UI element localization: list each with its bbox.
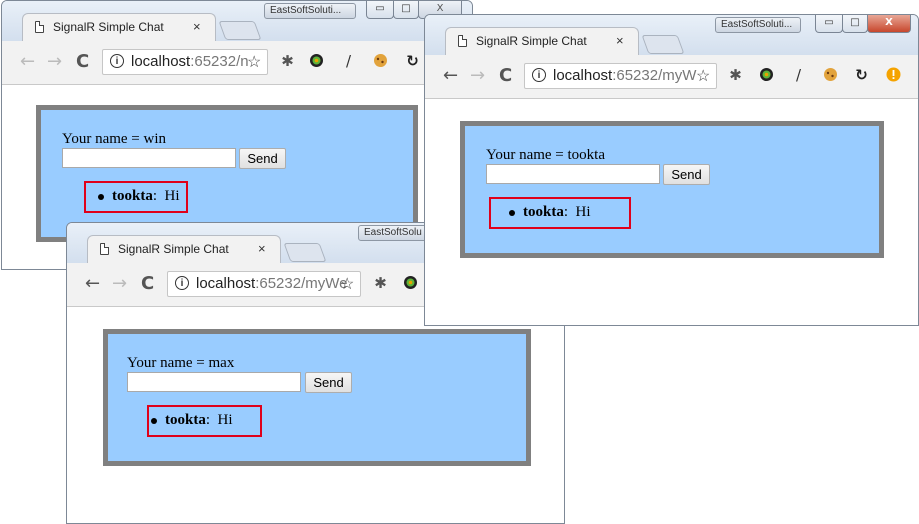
bookmark-star-icon[interactable]: ☆ bbox=[696, 66, 710, 86]
send-button[interactable]: Send bbox=[305, 372, 352, 393]
reload-icon[interactable]: C bbox=[76, 52, 89, 72]
minimize-button[interactable]: ▭ bbox=[815, 15, 843, 33]
info-icon[interactable]: i bbox=[532, 68, 546, 82]
message-user: tookta bbox=[165, 412, 206, 428]
reload-icon[interactable]: C bbox=[499, 66, 512, 86]
message-text: Hi bbox=[575, 204, 591, 220]
tab-title: SignalR Simple Chat bbox=[476, 34, 587, 48]
color-wheel-extension-icon[interactable] bbox=[308, 53, 325, 70]
spider-extension-icon[interactable]: ✱ bbox=[279, 53, 296, 70]
address-bar[interactable]: i localhost:65232/myWe ☆ bbox=[167, 271, 361, 297]
message-text: Hi bbox=[217, 412, 233, 428]
message-input[interactable] bbox=[486, 164, 660, 184]
color-wheel-extension-icon[interactable] bbox=[758, 67, 775, 84]
spider-extension-icon[interactable]: ✱ bbox=[727, 67, 744, 84]
forward-icon[interactable]: → bbox=[47, 52, 62, 72]
cookie-extension-icon[interactable] bbox=[822, 67, 839, 84]
chat-panel: Your name = tookta Send tookta: Hi bbox=[460, 121, 884, 258]
tab-signalr-chat[interactable]: SignalR Simple Chat × bbox=[22, 13, 216, 41]
back-icon[interactable]: ← bbox=[20, 52, 35, 72]
color-wheel-extension-icon[interactable] bbox=[402, 275, 419, 292]
list-item: tookta: Hi bbox=[151, 412, 233, 429]
page-icon bbox=[458, 35, 467, 47]
send-button[interactable]: Send bbox=[663, 164, 710, 185]
back-icon[interactable]: ← bbox=[443, 66, 458, 86]
tab-title: SignalR Simple Chat bbox=[53, 20, 164, 34]
pen-extension-icon[interactable]: / bbox=[340, 53, 357, 70]
info-icon[interactable]: i bbox=[175, 276, 189, 290]
new-tab-button[interactable] bbox=[283, 243, 327, 262]
bookmark-star-icon[interactable]: ☆ bbox=[247, 52, 261, 72]
sync-extension-icon[interactable]: ↻ bbox=[404, 53, 421, 70]
user-name-label: Your name = tookta bbox=[486, 147, 606, 163]
url-path: :65232/myW bbox=[612, 67, 697, 84]
bullet-icon bbox=[98, 193, 104, 200]
message-separator: : bbox=[205, 412, 211, 428]
forward-icon[interactable]: → bbox=[112, 274, 127, 294]
tab-close-icon[interactable]: × bbox=[193, 19, 201, 34]
vendor-label: EastSoftSoluti... bbox=[715, 17, 801, 33]
back-icon[interactable]: ← bbox=[85, 274, 100, 294]
url-host: localhost bbox=[553, 67, 613, 84]
minimize-button[interactable]: ▭ bbox=[366, 1, 394, 19]
address-bar[interactable]: i localhost:65232/n ☆ bbox=[102, 49, 268, 75]
reload-icon[interactable]: C bbox=[141, 274, 154, 294]
vendor-label: EastSoftSoluti... bbox=[264, 3, 356, 19]
chat-panel: Your name = max Send tookta: Hi bbox=[103, 329, 531, 466]
list-item: tookta: Hi bbox=[509, 204, 591, 221]
message-text: Hi bbox=[164, 188, 180, 204]
list-item: tookta: Hi bbox=[98, 188, 180, 205]
close-button[interactable]: X bbox=[867, 15, 911, 33]
message-highlight: tookta: Hi bbox=[84, 181, 188, 213]
forward-icon[interactable]: → bbox=[470, 66, 485, 86]
page-icon bbox=[100, 243, 109, 255]
url-path: :65232/n bbox=[190, 53, 249, 70]
message-highlight: tookta: Hi bbox=[489, 197, 631, 229]
maximize-button[interactable]: □ bbox=[842, 15, 868, 33]
url-host: localhost bbox=[131, 53, 191, 70]
alert-extension-icon[interactable] bbox=[885, 67, 902, 84]
bullet-icon bbox=[151, 417, 157, 424]
tab-close-icon[interactable]: × bbox=[616, 33, 624, 48]
user-name-label: Your name = win bbox=[62, 131, 167, 147]
tab-title: SignalR Simple Chat bbox=[118, 242, 229, 256]
cookie-extension-icon[interactable] bbox=[372, 53, 389, 70]
tab-close-icon[interactable]: × bbox=[258, 241, 266, 256]
toolbar: ← → C i localhost:65232/myW ☆ ✱ / ↻ bbox=[425, 55, 918, 99]
new-tab-button[interactable] bbox=[641, 35, 685, 54]
bookmark-star-icon[interactable]: ☆ bbox=[340, 274, 354, 294]
send-button[interactable]: Send bbox=[239, 148, 286, 169]
page-icon bbox=[35, 21, 44, 33]
message-input[interactable] bbox=[62, 148, 236, 168]
new-tab-button[interactable] bbox=[218, 21, 262, 40]
message-highlight: tookta: Hi bbox=[147, 405, 262, 437]
toolbar: ← → C i localhost:65232/n ☆ ✱ / ↻ bbox=[2, 41, 472, 85]
message-input[interactable] bbox=[127, 372, 301, 392]
spider-extension-icon[interactable]: ✱ bbox=[372, 275, 389, 292]
vendor-label: EastSoftSolu bbox=[358, 225, 428, 241]
url-path: :65232/myWe bbox=[255, 275, 348, 292]
message-separator: : bbox=[563, 204, 569, 220]
message-separator: : bbox=[152, 188, 158, 204]
bullet-icon bbox=[509, 209, 515, 216]
address-bar[interactable]: i localhost:65232/myW ☆ bbox=[524, 63, 717, 89]
tab-signalr-chat[interactable]: SignalR Simple Chat × bbox=[445, 27, 639, 55]
pen-extension-icon[interactable]: / bbox=[790, 67, 807, 84]
maximize-button[interactable]: □ bbox=[393, 1, 419, 19]
user-name-label: Your name = max bbox=[127, 355, 235, 371]
page-content: Your name = max Send tookta: Hi bbox=[67, 307, 564, 523]
message-user: tookta bbox=[523, 204, 564, 220]
message-user: tookta bbox=[112, 188, 153, 204]
info-icon[interactable]: i bbox=[110, 54, 124, 68]
page-content: Your name = tookta Send tookta: Hi bbox=[425, 99, 918, 325]
url-host: localhost bbox=[196, 275, 256, 292]
browser-window-tookta: SignalR Simple Chat × EastSoftSoluti... … bbox=[424, 14, 919, 326]
tab-signalr-chat[interactable]: SignalR Simple Chat × bbox=[87, 235, 281, 263]
sync-extension-icon[interactable]: ↻ bbox=[853, 67, 870, 84]
